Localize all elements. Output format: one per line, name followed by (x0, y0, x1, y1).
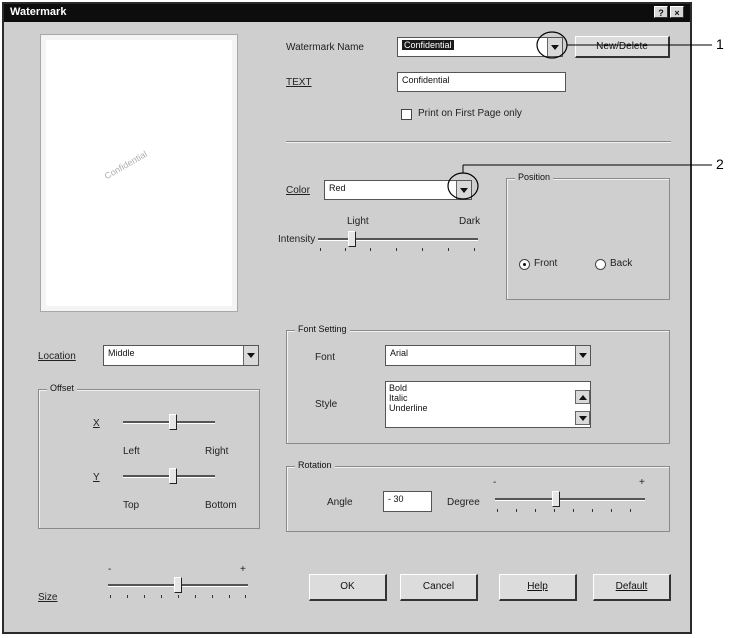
font-setting-group: Font Setting Font Arial Style Bold Itali… (286, 324, 670, 444)
offset-right-label: Right (205, 446, 229, 457)
position-front-label: Front (534, 258, 558, 269)
offset-bottom-label: Bottom (205, 500, 237, 511)
angle-input[interactable]: - 30 (383, 491, 432, 512)
size-slider-thumb[interactable] (174, 577, 182, 593)
font-label: Font (315, 352, 336, 363)
color-combo[interactable]: Red (324, 180, 472, 200)
watermark-name-dropdown-icon[interactable] (547, 38, 562, 56)
rotation-slider[interactable] (495, 487, 645, 517)
location-combo[interactable]: Middle (103, 345, 259, 366)
help-button[interactable]: Help (499, 574, 577, 601)
style-label: Style (315, 399, 338, 410)
title-bar: Watermark ? × (4, 4, 690, 22)
callout-1: 1 (716, 36, 724, 52)
location-dropdown-icon[interactable] (243, 346, 258, 365)
intensity-light-label: Light (347, 216, 369, 227)
rotation-group-label: Rotation (295, 460, 335, 470)
location-label: Location (38, 351, 76, 362)
watermark-name-combo[interactable]: Confidential (397, 37, 563, 57)
offset-left-label: Left (123, 446, 140, 457)
style-listbox[interactable]: Bold Italic Underline (385, 381, 591, 428)
rotation-slider-thumb[interactable] (552, 491, 560, 507)
color-label: Color (286, 185, 310, 196)
separator (286, 141, 671, 143)
font-combo[interactable]: Arial (385, 345, 591, 366)
first-page-only-label: Print on First Page only (418, 108, 522, 119)
position-group: Position Front Back (506, 172, 670, 300)
color-value: Red (329, 183, 346, 193)
intensity-slider-thumb[interactable] (348, 231, 356, 247)
offset-x-slider-thumb[interactable] (169, 414, 177, 430)
position-back-label: Back (610, 258, 633, 269)
new-delete-button[interactable]: New/Delete (575, 36, 670, 58)
font-value: Arial (390, 348, 409, 358)
window-title: Watermark (10, 6, 67, 18)
offset-y-slider-thumb[interactable] (169, 468, 177, 484)
offset-top-label: Top (123, 500, 140, 511)
watermark-text-input[interactable]: Confidential (397, 72, 566, 92)
degree-label: Degree (447, 497, 480, 508)
watermark-name-value: Confidential (402, 40, 454, 50)
offset-group-label: Offset (47, 383, 77, 393)
intensity-dark-label: Dark (459, 216, 481, 227)
position-front-radio[interactable] (519, 259, 530, 270)
position-group-label: Position (515, 172, 554, 182)
angle-label: Angle (327, 497, 353, 508)
color-dropdown-icon[interactable] (456, 181, 471, 199)
intensity-label: Intensity (278, 234, 316, 245)
intensity-slider[interactable] (318, 229, 478, 257)
location-value: Middle (108, 348, 135, 358)
style-scroll-down-icon[interactable] (575, 411, 590, 425)
watermark-name-label: Watermark Name (286, 42, 364, 53)
rotation-group: Rotation Angle - 30 Degree - + (286, 460, 670, 532)
offset-y-label: Y (93, 472, 100, 483)
text-label: TEXT (286, 77, 312, 88)
font-dropdown-icon[interactable] (575, 346, 590, 365)
callout-2: 2 (716, 156, 724, 172)
offset-y-slider[interactable] (123, 466, 215, 488)
size-label: Size (38, 592, 58, 603)
ok-button[interactable]: OK (309, 574, 387, 601)
size-slider[interactable] (108, 574, 248, 604)
style-option-bold[interactable]: Bold (389, 383, 587, 393)
watermark-dialog: Watermark ? × Confidential Watermark Nam… (2, 2, 692, 634)
help-title-button[interactable]: ? (654, 6, 668, 18)
offset-x-slider[interactable] (123, 412, 215, 434)
preview-pane (40, 34, 238, 312)
first-page-only-checkbox[interactable] (401, 109, 412, 120)
style-scroll-up-icon[interactable] (575, 390, 590, 404)
font-setting-group-label: Font Setting (295, 324, 350, 334)
offset-group: Offset X Left Right Y Top Bottom (38, 383, 260, 529)
default-button[interactable]: Default (593, 574, 671, 601)
style-option-italic[interactable]: Italic (389, 393, 587, 403)
position-back-radio[interactable] (595, 259, 606, 270)
close-button[interactable]: × (670, 6, 684, 18)
cancel-button[interactable]: Cancel (400, 574, 478, 601)
offset-x-label: X (93, 418, 100, 429)
style-option-underline[interactable]: Underline (389, 403, 587, 413)
